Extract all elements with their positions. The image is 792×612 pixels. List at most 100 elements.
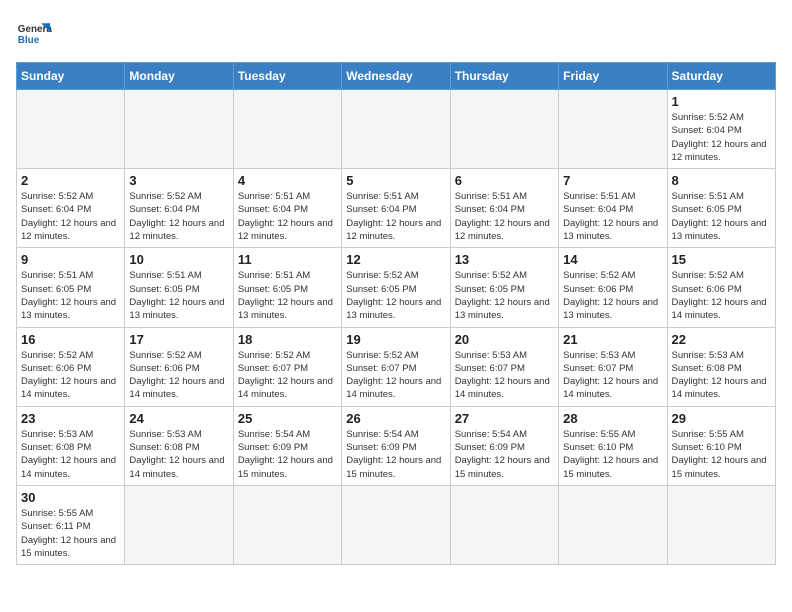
day-info: Sunrise: 5:53 AM Sunset: 6:08 PM Dayligh… (672, 349, 771, 402)
day-info: Sunrise: 5:54 AM Sunset: 6:09 PM Dayligh… (455, 428, 554, 481)
day-info: Sunrise: 5:53 AM Sunset: 6:07 PM Dayligh… (563, 349, 662, 402)
day-info: Sunrise: 5:52 AM Sunset: 6:04 PM Dayligh… (672, 111, 771, 164)
calendar-week-row: 23Sunrise: 5:53 AM Sunset: 6:08 PM Dayli… (17, 406, 776, 485)
calendar-cell: 10 Sunrise: 5:51 AM Sunset: 6:05 PM Dayli… (125, 248, 233, 327)
calendar-table: SundayMondayTuesdayWednesdayThursdayFrid… (16, 62, 776, 565)
day-info: Sunrise: 5:54 AM Sunset: 6:09 PM Dayligh… (238, 428, 337, 481)
day-number: 21 (563, 332, 662, 347)
calendar-header-wednesday: Wednesday (342, 63, 450, 90)
calendar-cell: 27Sunrise: 5:54 AM Sunset: 6:09 PM Dayli… (450, 406, 558, 485)
calendar-cell: 7Sunrise: 5:51 AM Sunset: 6:04 PM Daylig… (559, 169, 667, 248)
calendar-cell (342, 485, 450, 564)
day-number: 5 (346, 173, 445, 188)
calendar-cell: 22 Sunrise: 5:53 AM Sunset: 6:08 PM Dayli… (667, 327, 775, 406)
calendar-cell: 4 Sunrise: 5:51 AM Sunset: 6:04 PM Daylig… (233, 169, 341, 248)
day-number: 3 (129, 173, 228, 188)
day-number: 14 (563, 252, 662, 267)
day-number: 10 (129, 252, 228, 267)
day-info: Sunrise: 5:54 AM Sunset: 6:09 PM Dayligh… (346, 428, 445, 481)
day-number: 13 (455, 252, 554, 267)
calendar-cell: 23Sunrise: 5:53 AM Sunset: 6:08 PM Dayli… (17, 406, 125, 485)
calendar-cell: 26 Sunrise: 5:54 AM Sunset: 6:09 PM Dayli… (342, 406, 450, 485)
calendar-header-tuesday: Tuesday (233, 63, 341, 90)
day-number: 11 (238, 252, 337, 267)
day-info: Sunrise: 5:53 AM Sunset: 6:08 PM Dayligh… (21, 428, 120, 481)
day-info: Sunrise: 5:51 AM Sunset: 6:04 PM Dayligh… (455, 190, 554, 243)
calendar-cell: 29 Sunrise: 5:55 AM Sunset: 6:10 PM Dayli… (667, 406, 775, 485)
calendar-cell: 28Sunrise: 5:55 AM Sunset: 6:10 PM Dayli… (559, 406, 667, 485)
calendar-cell (233, 90, 341, 169)
calendar-cell (342, 90, 450, 169)
day-info: Sunrise: 5:52 AM Sunset: 6:06 PM Dayligh… (563, 269, 662, 322)
calendar-week-row: 30 Sunrise: 5:55 AM Sunset: 6:11 PM Dayli… (17, 485, 776, 564)
day-number: 28 (563, 411, 662, 426)
page-header: General Blue (16, 16, 776, 52)
calendar-cell: 17 Sunrise: 5:52 AM Sunset: 6:06 PM Dayli… (125, 327, 233, 406)
day-info: Sunrise: 5:52 AM Sunset: 6:07 PM Dayligh… (238, 349, 337, 402)
day-info: Sunrise: 5:52 AM Sunset: 6:06 PM Dayligh… (21, 349, 120, 402)
day-info: Sunrise: 5:51 AM Sunset: 6:04 PM Dayligh… (238, 190, 337, 243)
day-number: 19 (346, 332, 445, 347)
calendar-cell: 8Sunrise: 5:51 AM Sunset: 6:05 PM Daylig… (667, 169, 775, 248)
day-number: 9 (21, 252, 120, 267)
day-number: 17 (129, 332, 228, 347)
day-number: 22 (672, 332, 771, 347)
calendar-week-row: 1 Sunrise: 5:52 AM Sunset: 6:04 PM Daylig… (17, 90, 776, 169)
calendar-cell: 25Sunrise: 5:54 AM Sunset: 6:09 PM Dayli… (233, 406, 341, 485)
day-number: 20 (455, 332, 554, 347)
calendar-header-sunday: Sunday (17, 63, 125, 90)
calendar-cell: 20 Sunrise: 5:53 AM Sunset: 6:07 PM Dayli… (450, 327, 558, 406)
calendar-cell: 30 Sunrise: 5:55 AM Sunset: 6:11 PM Dayli… (17, 485, 125, 564)
calendar-cell: 15Sunrise: 5:52 AM Sunset: 6:06 PM Dayli… (667, 248, 775, 327)
calendar-header-monday: Monday (125, 63, 233, 90)
day-info: Sunrise: 5:51 AM Sunset: 6:04 PM Dayligh… (346, 190, 445, 243)
day-info: Sunrise: 5:51 AM Sunset: 6:05 PM Dayligh… (129, 269, 228, 322)
day-number: 30 (21, 490, 120, 505)
calendar-cell: 13Sunrise: 5:52 AM Sunset: 6:05 PM Dayli… (450, 248, 558, 327)
day-number: 4 (238, 173, 337, 188)
calendar-cell: 6 Sunrise: 5:51 AM Sunset: 6:04 PM Daylig… (450, 169, 558, 248)
calendar-cell: 2Sunrise: 5:52 AM Sunset: 6:04 PM Daylig… (17, 169, 125, 248)
day-number: 15 (672, 252, 771, 267)
logo: General Blue (16, 16, 52, 52)
calendar-cell: 9Sunrise: 5:51 AM Sunset: 6:05 PM Daylig… (17, 248, 125, 327)
calendar-week-row: 16 Sunrise: 5:52 AM Sunset: 6:06 PM Dayli… (17, 327, 776, 406)
calendar-cell (17, 90, 125, 169)
day-number: 29 (672, 411, 771, 426)
calendar-header-saturday: Saturday (667, 63, 775, 90)
calendar-cell (559, 90, 667, 169)
calendar-cell (450, 485, 558, 564)
calendar-cell (559, 485, 667, 564)
calendar-week-row: 9 Sunrise: 5:51 AM Sunset: 6:05 PM Daylig… (17, 248, 776, 327)
calendar-cell: 21 Sunrise: 5:53 AM Sunset: 6:07 PM Dayli… (559, 327, 667, 406)
day-info: Sunrise: 5:55 AM Sunset: 6:10 PM Dayligh… (672, 428, 771, 481)
day-number: 1 (672, 94, 771, 109)
calendar-cell: 12Sunrise: 5:52 AM Sunset: 6:05 PM Dayli… (342, 248, 450, 327)
calendar-week-row: 2Sunrise: 5:52 AM Sunset: 6:04 PM Daylig… (17, 169, 776, 248)
calendar-header-thursday: Thursday (450, 63, 558, 90)
calendar-cell: 24Sunrise: 5:53 AM Sunset: 6:08 PM Dayli… (125, 406, 233, 485)
svg-text:Blue: Blue (18, 35, 40, 46)
calendar-cell (125, 90, 233, 169)
day-info: Sunrise: 5:51 AM Sunset: 6:05 PM Dayligh… (238, 269, 337, 322)
day-info: Sunrise: 5:53 AM Sunset: 6:07 PM Dayligh… (455, 349, 554, 402)
day-info: Sunrise: 5:52 AM Sunset: 6:04 PM Dayligh… (129, 190, 228, 243)
calendar-cell: 1 Sunrise: 5:52 AM Sunset: 6:04 PM Daylig… (667, 90, 775, 169)
day-number: 8 (672, 173, 771, 188)
calendar-cell (233, 485, 341, 564)
day-number: 24 (129, 411, 228, 426)
logo-icon: General Blue (16, 16, 52, 52)
calendar-cell (667, 485, 775, 564)
calendar-body: 1 Sunrise: 5:52 AM Sunset: 6:04 PM Daylig… (17, 90, 776, 565)
day-number: 26 (346, 411, 445, 426)
day-info: Sunrise: 5:52 AM Sunset: 6:06 PM Dayligh… (129, 349, 228, 402)
day-info: Sunrise: 5:52 AM Sunset: 6:07 PM Dayligh… (346, 349, 445, 402)
calendar-cell: 3 Sunrise: 5:52 AM Sunset: 6:04 PM Daylig… (125, 169, 233, 248)
day-info: Sunrise: 5:51 AM Sunset: 6:04 PM Dayligh… (563, 190, 662, 243)
day-info: Sunrise: 5:55 AM Sunset: 6:11 PM Dayligh… (21, 507, 120, 560)
calendar-cell: 19 Sunrise: 5:52 AM Sunset: 6:07 PM Dayli… (342, 327, 450, 406)
day-number: 16 (21, 332, 120, 347)
day-info: Sunrise: 5:52 AM Sunset: 6:05 PM Dayligh… (346, 269, 445, 322)
calendar-cell (450, 90, 558, 169)
day-number: 6 (455, 173, 554, 188)
